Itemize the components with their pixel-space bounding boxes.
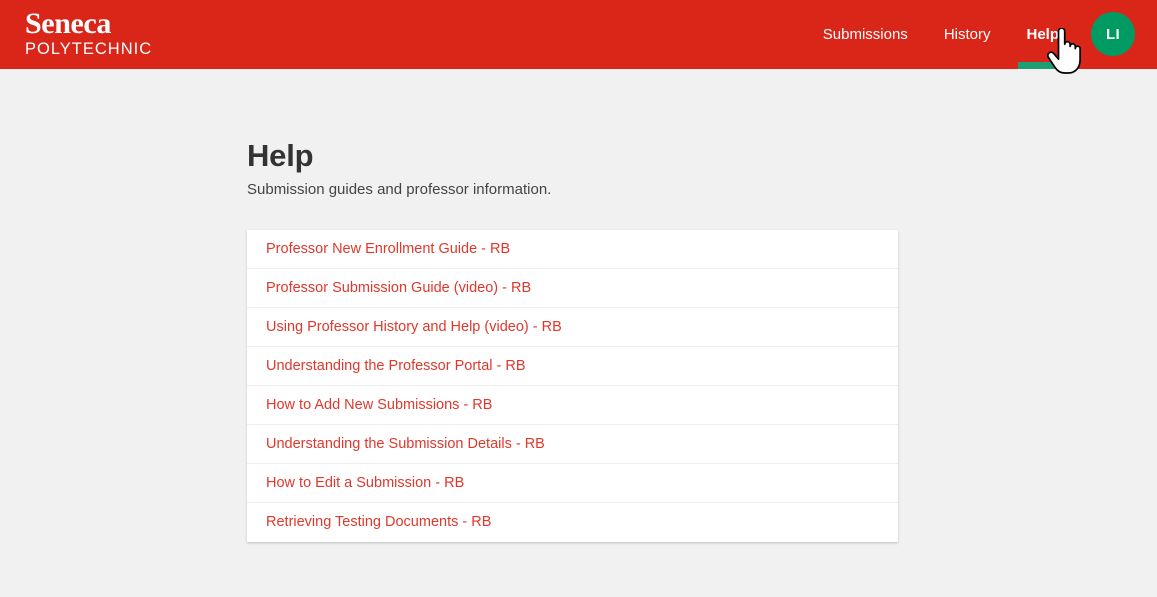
help-link[interactable]: Using Professor History and Help (video)… [266, 319, 562, 336]
nav-item-history-label: History [943, 26, 991, 43]
list-item[interactable]: How to Edit a Submission - RB [247, 464, 898, 503]
help-link[interactable]: Retrieving Testing Documents - RB [266, 514, 491, 531]
list-item[interactable]: Using Professor History and Help (video)… [247, 308, 898, 347]
help-link[interactable]: Understanding the Professor Portal - RB [266, 358, 526, 375]
app-header: Seneca POLYTECHNIC Submissions History H… [0, 0, 1157, 69]
nav-item-help-label: Help [1026, 26, 1059, 43]
list-item[interactable]: Professor Submission Guide (video) - RB [247, 269, 898, 308]
list-item[interactable]: Retrieving Testing Documents - RB [247, 503, 898, 542]
help-link[interactable]: How to Edit a Submission - RB [266, 475, 464, 492]
active-tab-underline [1018, 62, 1067, 69]
help-links-card: Professor New Enrollment Guide - RB Prof… [247, 230, 898, 542]
help-link[interactable]: Professor New Enrollment Guide - RB [266, 241, 510, 258]
logo-wordmark: Seneca [25, 7, 111, 40]
seneca-polytechnic-logo[interactable]: Seneca POLYTECHNIC [25, 7, 255, 59]
page-content: Help Submission guides and professor inf… [247, 69, 1107, 542]
logo-subtitle: POLYTECHNIC [25, 40, 153, 58]
page-title: Help [247, 138, 314, 173]
list-item[interactable]: How to Add New Submissions - RB [247, 386, 898, 425]
nav-item-submissions[interactable]: Submissions [805, 0, 926, 69]
list-item[interactable]: Understanding the Submission Details - R… [247, 425, 898, 464]
main-navigation: Submissions History Help [805, 0, 1077, 69]
list-item[interactable]: Professor New Enrollment Guide - RB [247, 230, 898, 269]
page-subtitle: Submission guides and professor informat… [247, 181, 552, 198]
help-link[interactable]: Professor Submission Guide (video) - RB [266, 280, 531, 297]
list-item[interactable]: Understanding the Professor Portal - RB [247, 347, 898, 386]
avatar-initials: LI [1106, 25, 1120, 43]
help-link[interactable]: Understanding the Submission Details - R… [266, 436, 545, 453]
nav-item-submissions-label: Submissions [822, 26, 908, 43]
nav-item-help[interactable]: Help [1008, 0, 1077, 69]
nav-item-history[interactable]: History [926, 0, 1009, 69]
help-link[interactable]: How to Add New Submissions - RB [266, 397, 492, 414]
user-avatar[interactable]: LI [1091, 12, 1135, 56]
